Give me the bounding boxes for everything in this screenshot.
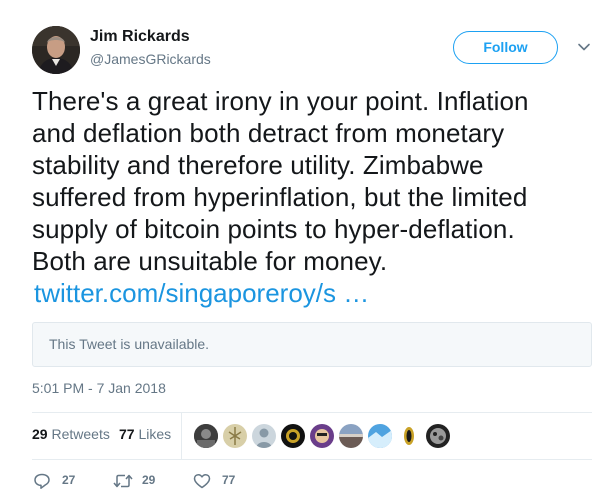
reply-button[interactable]: 27 (32, 470, 82, 490)
reply-icon (34, 473, 50, 489)
tweet-text: There's a great irony in your point. Inf… (32, 85, 592, 277)
liker-avatar[interactable] (368, 424, 392, 448)
likes-count: 77 (119, 426, 135, 442)
tweet-timestamp[interactable]: 5:01 PM - 7 Jan 2018 (32, 380, 166, 396)
liker-avatar[interactable] (194, 424, 218, 448)
like-button[interactable]: 77 (192, 470, 242, 490)
retweet-count: 29 (142, 473, 156, 487)
tweet-link[interactable]: twitter.com/singaporeroy/s … (34, 277, 369, 309)
user-handle[interactable]: @JamesGRickards (90, 51, 211, 67)
retweets-count: 29 (32, 426, 48, 442)
retweet-button[interactable]: 29 (112, 470, 162, 490)
tweet-text-line: stability and therefore utility. Zimbabw… (32, 150, 484, 180)
retweets-stat[interactable]: 29 Retweets (32, 426, 110, 443)
reply-count: 27 (62, 473, 76, 487)
tweet-text-line: and deflation both detract from monetary (32, 118, 505, 148)
chevron-down-icon[interactable] (577, 40, 591, 54)
liker-avatar[interactable] (426, 424, 450, 448)
tweet-text-line: suffered from hyperinflation, but the li… (32, 182, 528, 212)
liker-avatar[interactable] (310, 424, 334, 448)
quoted-tweet-box: This Tweet is unavailable. (32, 322, 592, 367)
tweet-actions: 27 29 77 (32, 470, 332, 492)
user-names: Jim Rickards @JamesGRickards (90, 28, 211, 67)
liker-avatar[interactable] (397, 424, 421, 448)
tweet-text-line: There's a great irony in your point. Inf… (32, 86, 529, 116)
stats-divider (181, 413, 182, 460)
liker-avatar[interactable] (281, 424, 305, 448)
retweets-label: Retweets (51, 426, 110, 442)
tweet-text-line: supply of bitcoin points to hyper-deflat… (32, 214, 515, 244)
likes-stat[interactable]: 77 Likes (119, 426, 171, 443)
tweet-text-line: Both are unsuitable for money. (32, 246, 388, 276)
tweet-stats: 29 Retweets 77 Likes (32, 412, 592, 460)
quoted-tweet-unavailable-text: This Tweet is unavailable. (49, 336, 210, 352)
tweet-header: Jim Rickards @JamesGRickards Follow (32, 26, 592, 76)
liker-avatar[interactable] (339, 424, 363, 448)
display-name[interactable]: Jim Rickards (90, 28, 211, 46)
avatar[interactable] (32, 26, 80, 74)
retweet-icon (113, 474, 133, 488)
like-count: 77 (222, 473, 236, 487)
liker-avatar[interactable] (223, 424, 247, 448)
likes-label: Likes (138, 426, 172, 442)
heart-icon (193, 473, 211, 489)
liker-avatar[interactable] (252, 424, 276, 448)
follow-button[interactable]: Follow (453, 31, 558, 64)
